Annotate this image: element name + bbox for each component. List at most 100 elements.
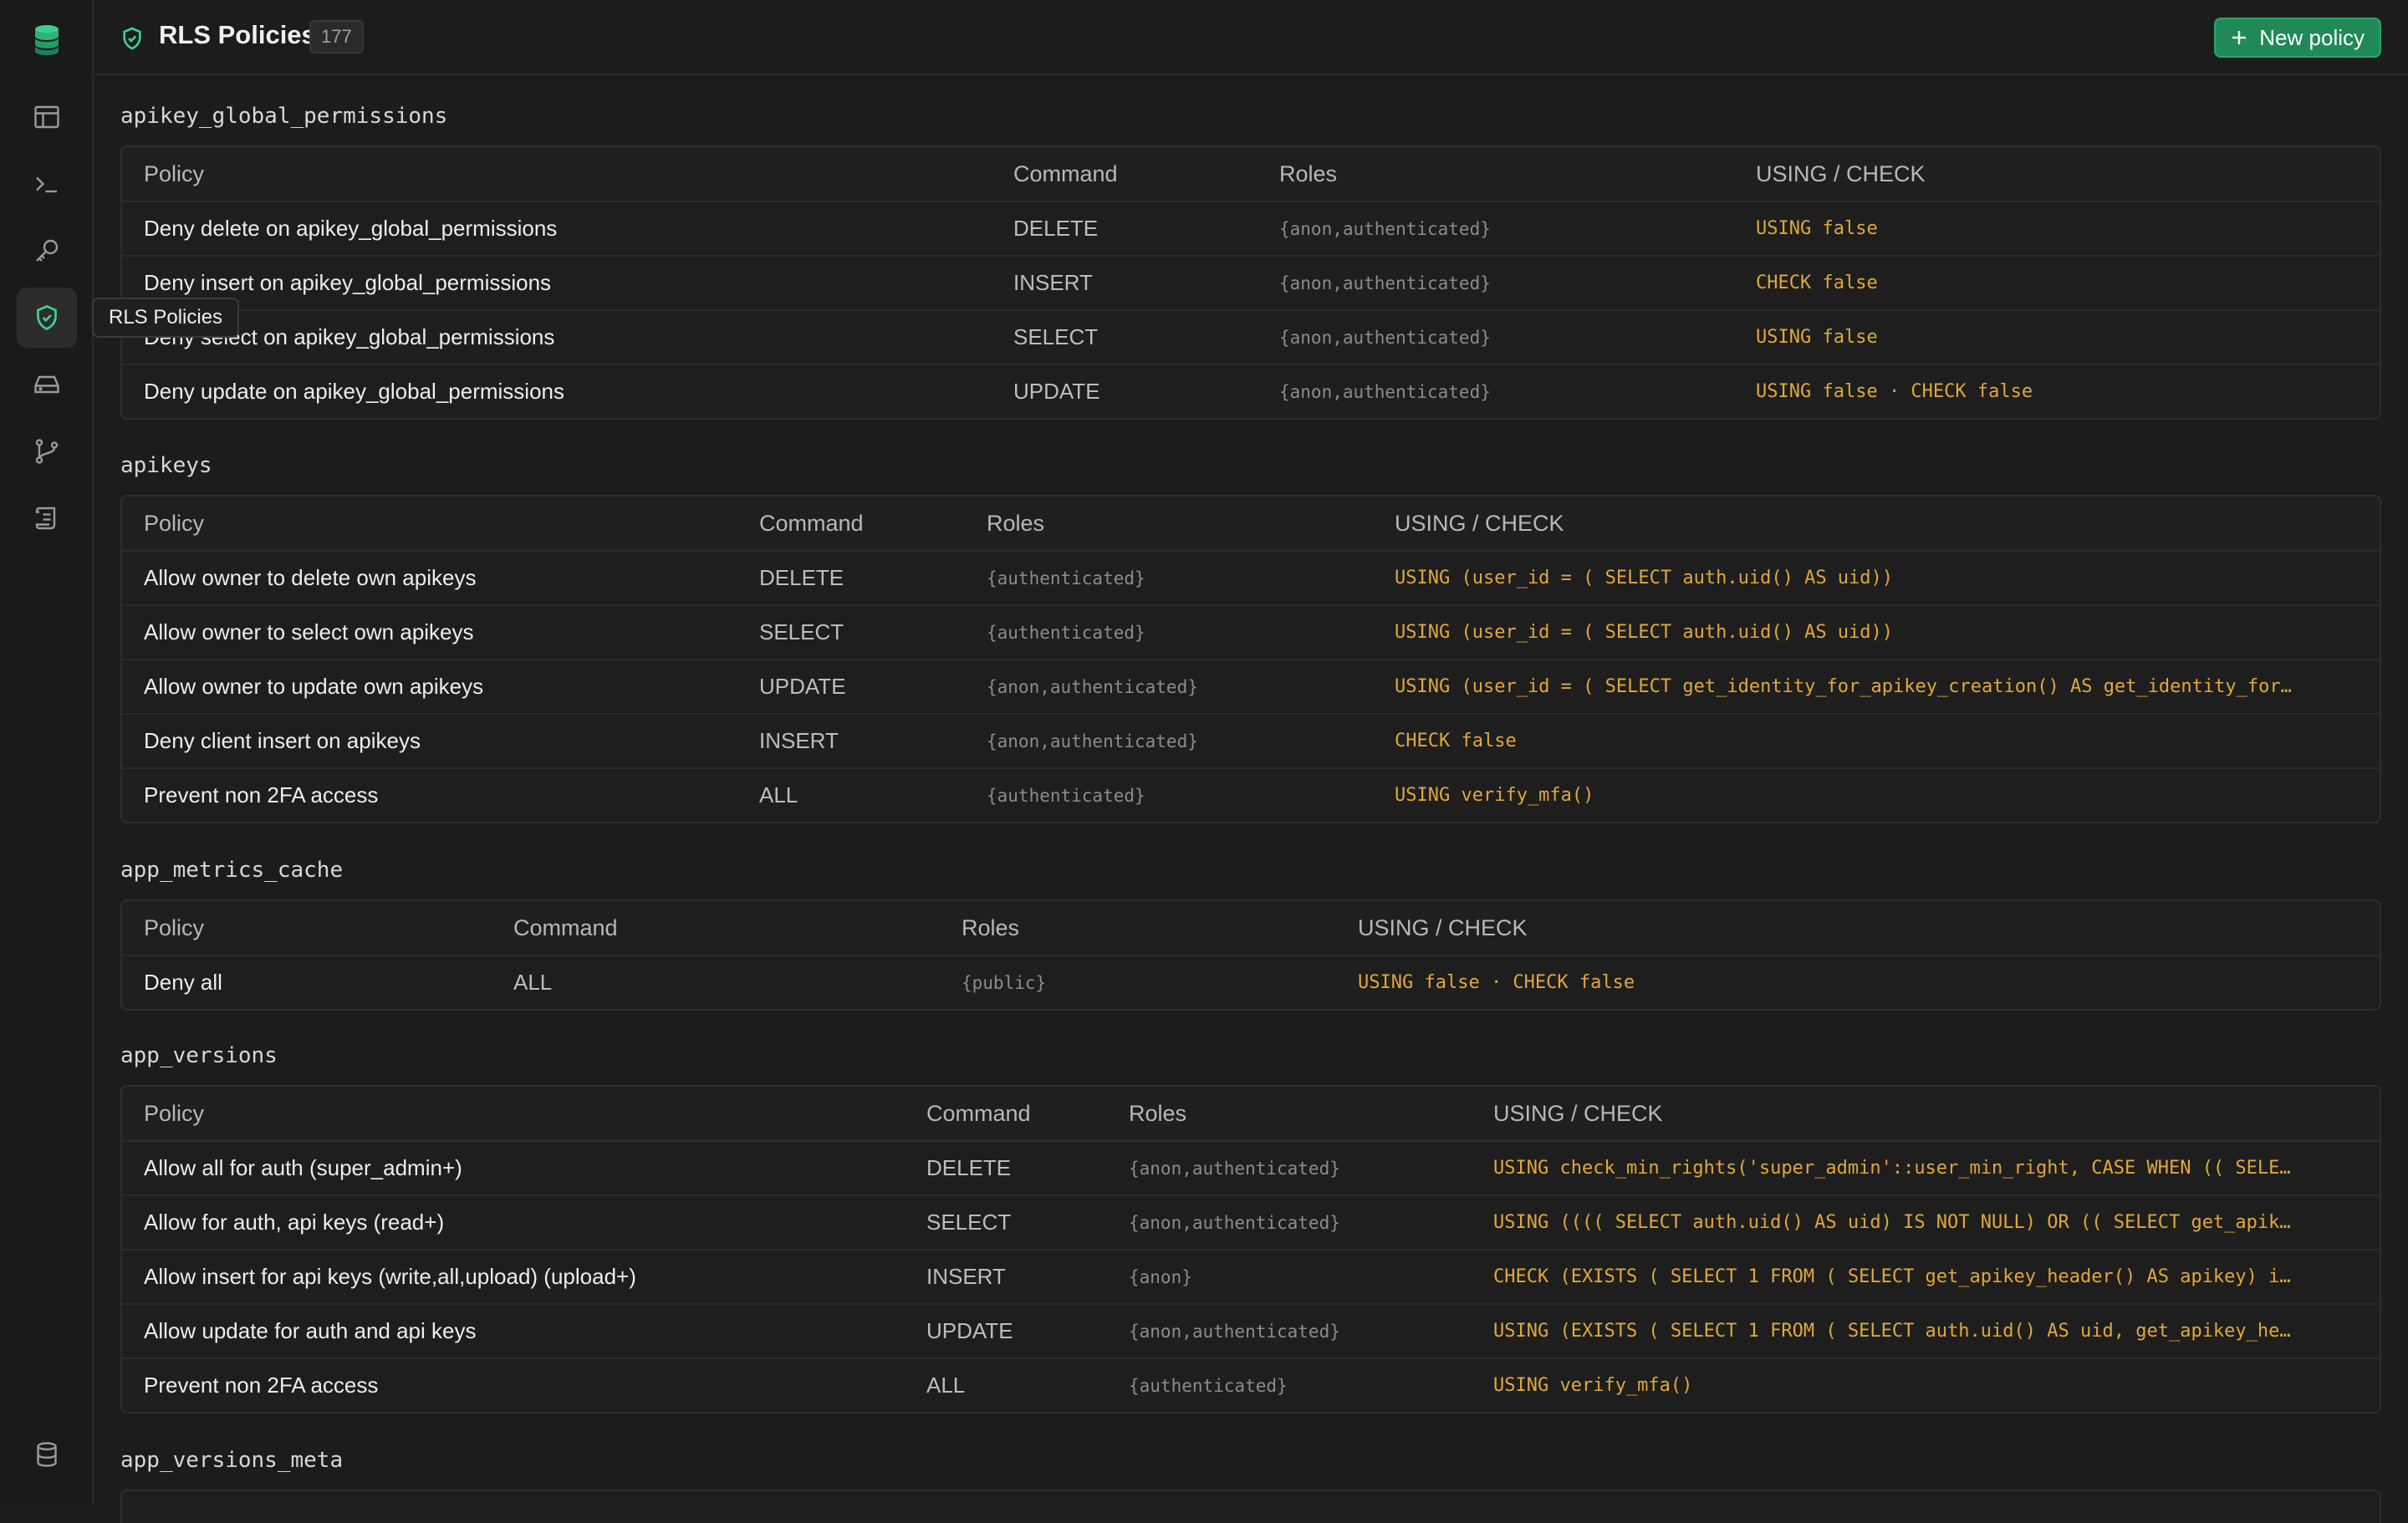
policy-roles: {authenticated} <box>1129 1375 1288 1396</box>
sidebar-item-sql-editor[interactable] <box>17 154 77 214</box>
policy-roles: {authenticated} <box>987 568 1145 588</box>
table-row[interactable]: Allow for auth, api keys (read+) SELECT … <box>122 1194 2380 1249</box>
policy-count-badge: 177 <box>309 20 364 53</box>
policy-roles: {anon,authenticated} <box>1129 1158 1340 1179</box>
policy-name: Allow all for auth (super_admin+) <box>144 1155 462 1180</box>
sidebar-item-storage[interactable] <box>17 354 77 415</box>
policies-table: Policy Command Roles USING / CHECK Allow… <box>120 495 2381 823</box>
table-row[interactable]: Deny update on apikey_global_permissions… <box>122 364 2380 418</box>
policies-table <box>120 1490 2381 1523</box>
policy-command: SELECT <box>926 1210 1012 1235</box>
policy-command: INSERT <box>1013 270 1093 295</box>
sidebar-item-branches[interactable] <box>17 421 77 481</box>
policy-name: Allow insert for api keys (write,all,upl… <box>144 1264 636 1289</box>
sidebar-item-logs[interactable] <box>17 488 77 548</box>
table-row[interactable]: Allow update for auth and api keys UPDAT… <box>122 1303 2380 1357</box>
table-row[interactable]: Allow owner to delete own apikeys DELETE… <box>122 550 2380 604</box>
table-header-row: Policy Command Roles USING / CHECK <box>122 147 2380 201</box>
sidebar <box>0 0 94 1505</box>
table-name-heading: apikey_global_permissions <box>120 104 448 129</box>
policy-command: ALL <box>759 782 798 807</box>
policies-table: Policy Command Roles USING / CHECK Allow… <box>120 1085 2381 1413</box>
plus-icon <box>2232 31 2247 44</box>
key-icon <box>36 239 59 262</box>
policy-using-check: USING (user_id = ( SELECT get_identity_f… <box>1395 676 2292 697</box>
policy-using-check-wrap: USING (((( SELECT auth.uid() AS uid) IS … <box>1493 1196 2354 1249</box>
policy-roles: {anon,authenticated} <box>1279 218 1491 239</box>
table-row[interactable]: Deny client insert on apikeys INSERT {an… <box>122 713 2380 767</box>
policy-command: DELETE <box>926 1155 1012 1180</box>
policy-roles: {anon,authenticated} <box>1129 1321 1340 1342</box>
policy-using-check: USING (((( SELECT auth.uid() AS uid) IS … <box>1493 1212 2291 1233</box>
column-header-using-check: USING / CHECK <box>1358 914 1528 940</box>
sidebar-item-database[interactable] <box>17 1424 77 1485</box>
table-row[interactable]: Deny delete on apikey_global_permissions… <box>122 201 2380 255</box>
new-policy-label: New policy <box>2259 24 2365 50</box>
column-header-roles: Roles <box>1279 160 1338 186</box>
column-header-policy: Policy <box>144 510 205 536</box>
policy-roles: {anon} <box>1129 1266 1192 1287</box>
page-header: RLS Policies 177 New policy <box>94 0 2408 75</box>
policy-name: Allow for auth, api keys (read+) <box>144 1210 445 1235</box>
policy-command: DELETE <box>759 565 844 590</box>
policy-command: INSERT <box>759 728 839 753</box>
table-row[interactable]: Allow owner to select own apikeys SELECT… <box>122 604 2380 659</box>
policy-name: Deny update on apikey_global_permissions <box>144 379 564 404</box>
column-header-using-check: USING / CHECK <box>1395 510 1564 536</box>
policy-name: Allow update for auth and api keys <box>144 1318 477 1343</box>
new-policy-button[interactable]: New policy <box>2214 18 2381 58</box>
table-name-heading: app_versions_meta <box>120 1448 344 1473</box>
table-header-row: Policy Command Roles USING / CHECK <box>122 1087 2380 1140</box>
table-row[interactable]: Deny select on apikey_global_permissions… <box>122 309 2380 364</box>
storage-icon <box>34 375 59 394</box>
sidebar-tooltip: RLS Policies <box>92 298 240 338</box>
table-row[interactable]: Allow all for auth (super_admin+) DELETE… <box>122 1140 2380 1194</box>
table-row[interactable]: Prevent non 2FA access ALL {authenticate… <box>122 767 2380 822</box>
policy-using-check: CHECK false <box>1756 273 1878 293</box>
table-row[interactable]: Allow insert for api keys (write,all,upl… <box>122 1249 2380 1303</box>
sidebar-item-rls-policies[interactable] <box>17 288 77 348</box>
sidebar-item-table-editor[interactable] <box>17 87 77 147</box>
policy-name: Allow owner to delete own apikeys <box>144 565 477 590</box>
policy-using-check: CHECK (EXISTS ( SELECT 1 FROM ( SELECT g… <box>1493 1266 2291 1287</box>
policy-using-check: USING (user_id = ( SELECT auth.uid() AS … <box>1395 568 1894 588</box>
policy-name: Deny all <box>144 970 222 995</box>
git-branch-icon <box>35 439 59 464</box>
column-header-command: Command <box>759 510 864 536</box>
database-icon <box>37 1442 57 1467</box>
sidebar-item-auth[interactable] <box>17 221 77 281</box>
policy-using-check: USING false <box>1756 327 1878 348</box>
table-name-heading: app_metrics_cache <box>120 858 344 883</box>
logs-icon <box>35 507 56 530</box>
table-row[interactable]: Prevent non 2FA access ALL {authenticate… <box>122 1357 2380 1412</box>
table-editor-icon <box>34 105 59 129</box>
policy-name: Allow owner to update own apikeys <box>144 674 484 699</box>
table-row[interactable]: Allow owner to update own apikeys UPDATE… <box>122 659 2380 713</box>
policy-roles: {anon,authenticated} <box>987 731 1198 751</box>
column-header-policy: Policy <box>144 914 205 940</box>
policy-command: INSERT <box>926 1264 1006 1289</box>
policy-command: ALL <box>513 970 553 995</box>
policy-roles: {anon,authenticated} <box>987 676 1198 697</box>
policy-using-check: USING (EXISTS ( SELECT 1 FROM ( SELECT a… <box>1493 1321 2291 1342</box>
policy-command: UPDATE <box>759 674 846 699</box>
policy-roles: {authenticated} <box>987 785 1145 806</box>
table-row[interactable]: Deny insert on apikey_global_permissions… <box>122 255 2380 309</box>
policy-name: Deny delete on apikey_global_permissions <box>144 216 558 241</box>
policy-name: Prevent non 2FA access <box>144 782 379 807</box>
policy-using-check: USING false <box>1756 218 1878 239</box>
table-name-heading: apikeys <box>120 453 212 478</box>
policy-using-check-wrap: USING (EXISTS ( SELECT 1 FROM ( SELECT a… <box>1493 1305 2354 1357</box>
policies-table: Policy Command Roles USING / CHECK Deny … <box>120 145 2381 420</box>
database-logo-icon[interactable] <box>28 22 65 59</box>
policy-using-check: USING (user_id = ( SELECT auth.uid() AS … <box>1395 622 1894 643</box>
table-name-heading: app_versions <box>120 1043 278 1068</box>
table-header-row: Policy Command Roles USING / CHECK <box>122 497 2380 550</box>
table-row[interactable]: Deny all ALL {public} USING false · CHEC… <box>122 955 2380 1009</box>
table-header-row: Policy Command Roles USING / CHECK <box>122 901 2380 955</box>
policy-command: ALL <box>926 1373 966 1398</box>
shield-check-icon <box>37 305 57 330</box>
column-header-command: Command <box>926 1100 1031 1126</box>
column-header-command: Command <box>513 914 618 940</box>
column-header-policy: Policy <box>144 1100 205 1126</box>
